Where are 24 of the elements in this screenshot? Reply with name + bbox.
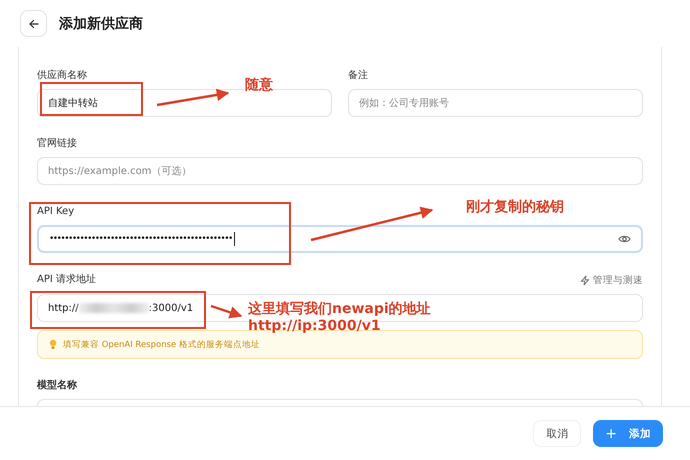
eye-icon[interactable] (618, 234, 631, 244)
field-label: 供应商名称 (37, 70, 87, 82)
annotation-text: 这里填写我们newapi的地址 (248, 302, 431, 317)
page-title: 添加新供应商 (59, 14, 143, 32)
annotation-text: http://ip:3000/v1 (248, 319, 381, 334)
back-button[interactable] (20, 10, 47, 37)
api-key-field[interactable]: •••••••••••••••••••••••••••••••••••••••••••••••• (37, 225, 643, 253)
lightbulb-icon (49, 339, 57, 350)
field-label: API 请求地址 (37, 274, 96, 286)
manage-link[interactable]: 管理与测速 (580, 274, 643, 287)
annotation-text: 刚才复制的秘钥 (466, 200, 564, 215)
arrow (210, 304, 242, 318)
note-field[interactable]: 例如：公司专用账号 (348, 89, 643, 117)
field-label: 模型名称 (37, 380, 77, 392)
field-label: 备注 (348, 70, 368, 82)
back-arrow-icon (28, 18, 40, 30)
field-label: 官网链接 (37, 138, 77, 150)
website-field[interactable]: https://example.com（可选） (37, 157, 643, 185)
cancel-button[interactable]: 取消 (533, 420, 582, 447)
lightning-icon (580, 275, 590, 286)
blurred-text-drawing (78, 303, 149, 313)
plus-icon: + (605, 426, 617, 442)
hint-text: 填写兼容 OpenAI Response 格式的服务端点地址 (63, 340, 260, 350)
field-label: API Key (37, 206, 74, 218)
